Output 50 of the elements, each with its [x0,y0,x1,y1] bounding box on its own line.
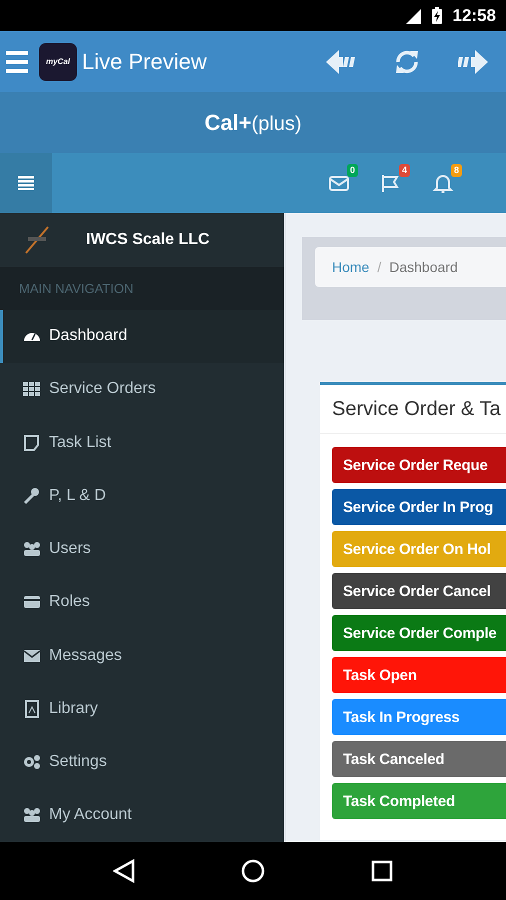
company-name: IWCS Scale LLC [86,231,210,250]
status-label: Service Order In Prog [332,489,506,525]
signal-icon [404,8,421,24]
status-label: Task In Progress [332,699,506,735]
nav-item[interactable]: Library [0,682,284,736]
count-badge: 4 [398,164,410,177]
status-label: Service Order Comple [332,615,506,651]
bell-icon[interactable] [432,173,454,193]
nav-item[interactable]: Service Orders [0,362,284,416]
back-arrow-icon[interactable] [326,50,356,74]
note-icon [23,434,41,452]
nav-item[interactable]: Task List [0,416,284,470]
status-label: Task Open [332,657,506,693]
grid-icon [23,380,41,398]
nav-item[interactable]: My Account [0,788,284,842]
envelope-icon[interactable] [328,173,350,193]
forward-arrow-icon[interactable] [458,50,488,74]
brand-title: Cal+(plus) [204,110,302,136]
nav-item[interactable]: Dashboard [0,310,284,363]
battery-icon [430,6,443,24]
nav-section-header: MAIN NAVIGATION [0,267,284,310]
recents-icon[interactable] [371,860,393,882]
nav-item[interactable]: Messages [0,629,284,682]
gears-icon [23,753,41,772]
status-label: Service Order Reque [332,447,506,483]
users-icon [23,806,41,824]
count-badge: 8 [450,164,462,177]
status-label: Service Order On Hol [332,531,506,567]
breadcrumb-current: Dashboard [389,259,458,275]
nav-item[interactable]: P, L & D [0,469,284,523]
nav-item[interactable]: Settings [0,735,284,789]
menu-icon [18,176,34,190]
company-logo-icon [24,225,50,256]
file-icon [23,700,41,718]
sidebar-toggle[interactable] [0,153,52,213]
clock-time: 12:58 [452,6,496,26]
app-title: Live Preview [82,48,208,74]
app-logo: myCal [39,42,77,80]
count-badge: 0 [346,164,358,177]
status-label: Task Canceled [332,741,506,777]
nav-item[interactable]: Users [0,522,284,576]
back-icon[interactable] [113,859,135,883]
home-icon[interactable] [241,859,265,883]
status-label: Task Completed [332,783,506,819]
status-label: Service Order Cancel [332,573,506,609]
nav-item[interactable]: Roles [0,576,284,630]
wrench-icon [23,486,41,505]
users-icon [23,540,41,558]
panel-title: Service Order & Ta [320,385,506,434]
breadcrumb-separator: / [377,259,382,275]
